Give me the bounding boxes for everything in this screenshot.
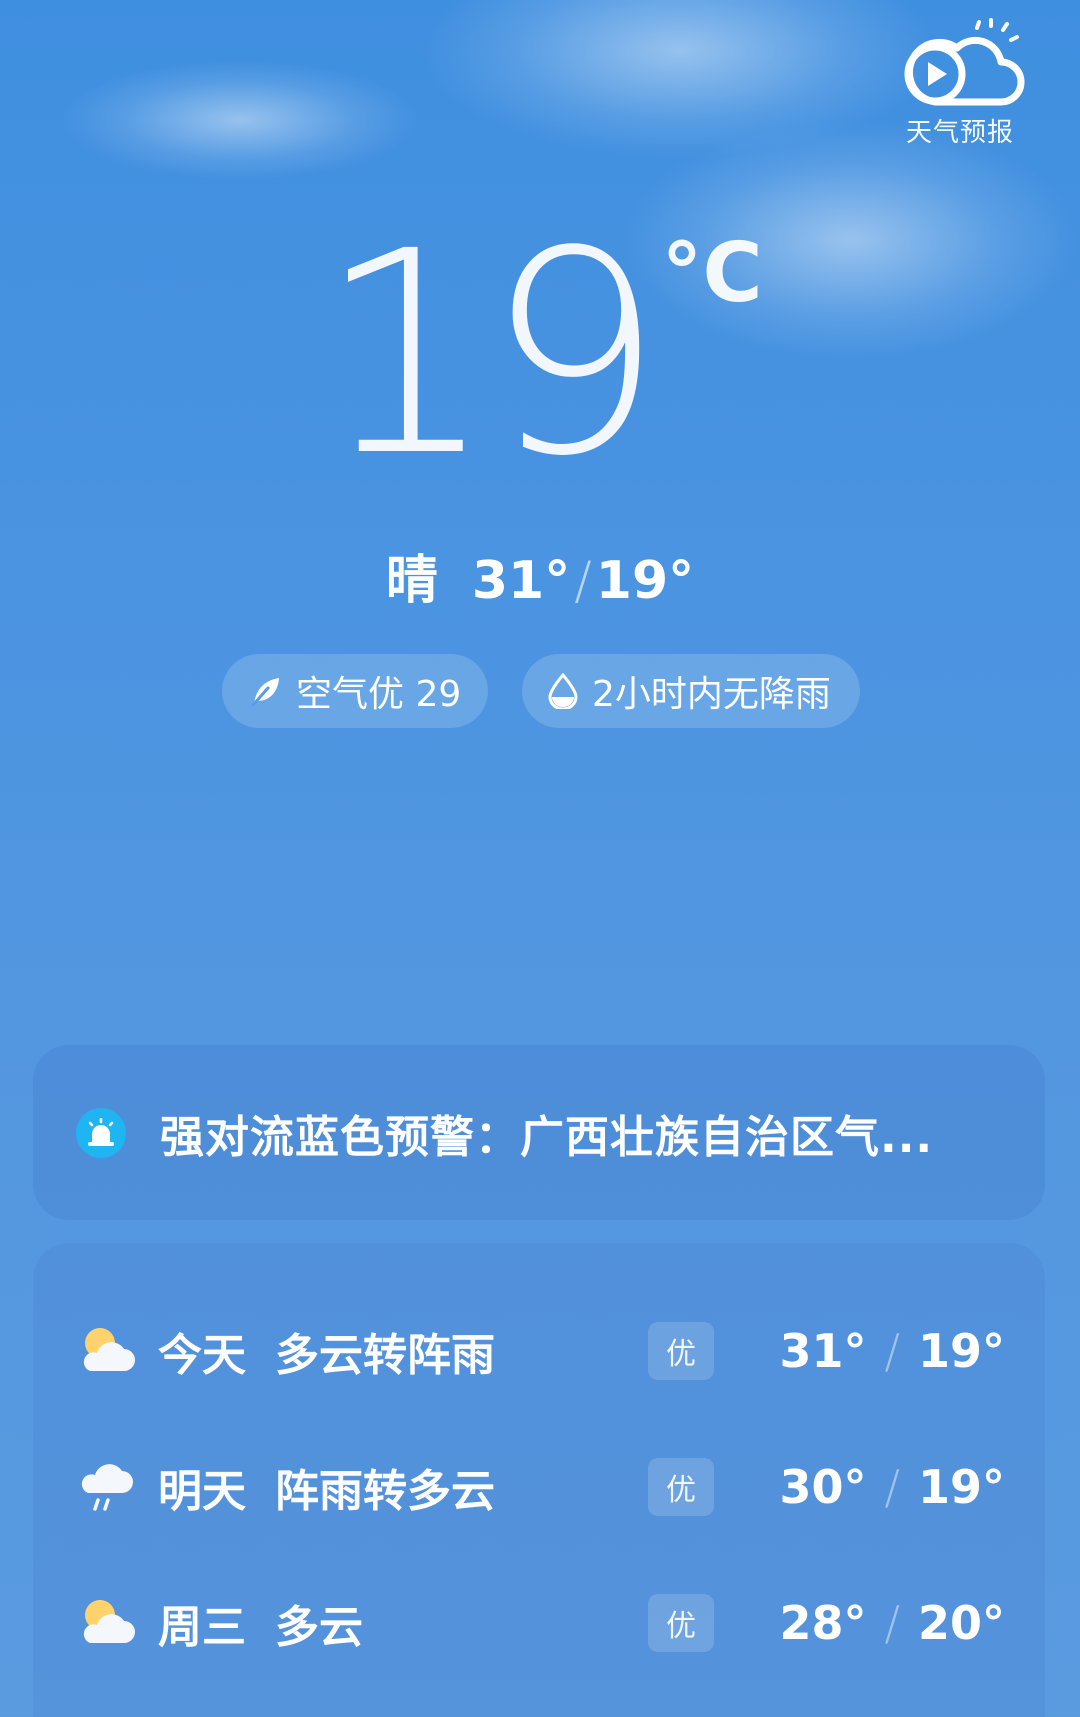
forecast-row-tomorrow[interactable]: 明天 阵雨转多云 优 30° / 19°	[33, 1437, 1045, 1537]
current-temperature-value: 19	[317, 192, 663, 518]
weather-forecast-video-button[interactable]: 天气预报	[895, 18, 1025, 148]
daily-forecast-card: 今天 多云转阵雨 优 31° / 19° 明天 阵雨转多云 优 30° / 19° 周三…	[33, 1243, 1045, 1717]
forecast-high: 28°	[779, 1596, 867, 1650]
weather-alert-card[interactable]: 强对流蓝色预警：广西壮族自治区气...	[33, 1045, 1045, 1220]
temp-separator: /	[884, 1596, 900, 1650]
leaf-icon	[248, 674, 282, 708]
forecast-day: 明天	[158, 1466, 246, 1517]
forecast-condition: 多云转阵雨	[275, 1330, 495, 1381]
forecast-low: 19°	[917, 1460, 1005, 1514]
forecast-temps: 28° / 20°	[779, 1596, 1005, 1650]
sky-cloud	[60, 60, 420, 180]
temperature-unit: °C	[661, 226, 763, 321]
precipitation-label: 2小时内无降雨	[592, 674, 831, 715]
forecast-temps: 31° / 19°	[779, 1324, 1005, 1378]
forecast-aqi-badge: 优	[648, 1458, 714, 1516]
forecast-day: 周三	[158, 1602, 246, 1653]
air-quality-label: 空气优 29	[296, 674, 462, 715]
forecast-row-today[interactable]: 今天 多云转阵雨 优 31° / 19°	[33, 1301, 1045, 1401]
partly-cloudy-icon	[83, 1328, 135, 1371]
forecast-aqi-badge: 优	[648, 1594, 714, 1652]
precipitation-pill[interactable]: 2小时内无降雨	[522, 654, 860, 728]
current-condition: 晴	[385, 551, 438, 611]
play-cloud-sun-icon	[904, 18, 1025, 106]
temp-separator: /	[574, 551, 592, 611]
forecast-low: 20°	[917, 1596, 1005, 1650]
forecast-condition: 多云	[275, 1602, 363, 1653]
air-quality-pill[interactable]: 空气优 29	[222, 654, 488, 728]
temp-separator: /	[884, 1460, 900, 1514]
today-summary: 晴 31°/19°	[0, 538, 1080, 613]
forecast-aqi-badge: 优	[648, 1322, 714, 1380]
current-temperature: 19°C	[0, 215, 1080, 495]
alert-siren-icon	[76, 1107, 126, 1158]
forecast-video-label: 天气预报	[905, 118, 1014, 148]
temp-separator: /	[884, 1324, 900, 1378]
sky-cloud	[420, 0, 940, 160]
forecast-condition: 阵雨转多云	[275, 1466, 495, 1517]
forecast-high: 30°	[779, 1460, 867, 1514]
partly-cloudy-icon	[83, 1600, 135, 1643]
rain-cloud-icon	[81, 1464, 133, 1511]
forecast-day: 今天	[158, 1330, 246, 1381]
today-low: 19°	[595, 551, 695, 611]
today-high: 31°	[471, 551, 571, 611]
raindrop-icon	[548, 673, 578, 709]
alert-text: 强对流蓝色预警：广西壮族自治区气...	[160, 1111, 934, 1163]
forecast-low: 19°	[917, 1324, 1005, 1378]
forecast-high: 31°	[779, 1324, 867, 1378]
forecast-temps: 30° / 19°	[779, 1460, 1005, 1514]
forecast-row-wednesday[interactable]: 周三 多云 优 28° / 20°	[33, 1573, 1045, 1673]
